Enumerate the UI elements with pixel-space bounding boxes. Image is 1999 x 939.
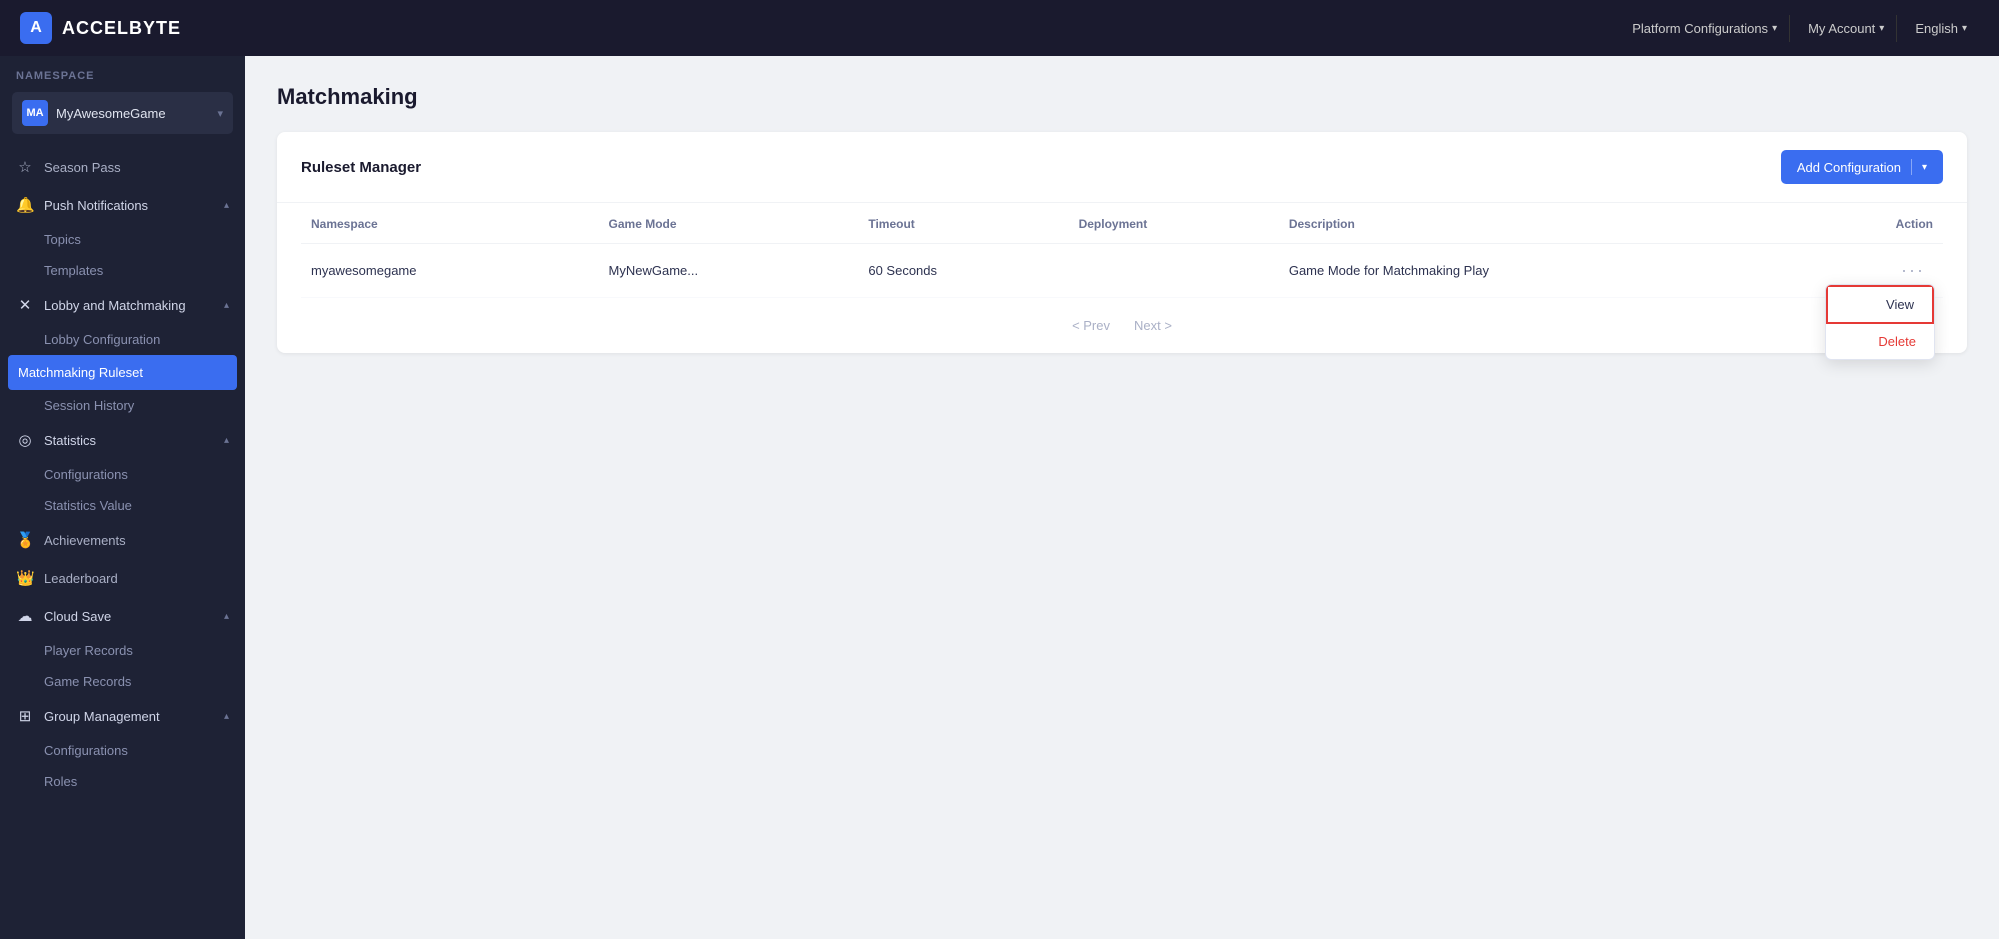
season-pass-icon: ☆ <box>16 158 34 176</box>
statistics-icon: ◎ <box>16 431 34 449</box>
chevron-up-icon: ▴ <box>224 300 229 311</box>
action-view-button[interactable]: View <box>1826 285 1934 324</box>
col-action: Action <box>1801 203 1943 244</box>
topnav: A ACCELBYTE Platform Configurations ▾ My… <box>0 0 1999 56</box>
chevron-up-icon: ▴ <box>224 611 229 622</box>
lobby-icon: ✕ <box>16 296 34 314</box>
my-account-button[interactable]: My Account ▾ <box>1796 15 1897 42</box>
topnav-right: Platform Configurations ▾ My Account ▾ E… <box>1620 15 1979 42</box>
sidebar-item-session-history[interactable]: Session History <box>0 390 245 421</box>
cell-description: Game Mode for Matchmaking Play <box>1279 244 1801 298</box>
sidebar-item-matchmaking-ruleset[interactable]: Matchmaking Ruleset <box>8 355 237 390</box>
chevron-down-icon: ▾ <box>217 107 223 120</box>
chevron-down-icon: ▾ <box>1879 23 1884 34</box>
sidebar: NAMESPACE MA MyAwesomeGame ▾ ☆ Season Pa… <box>0 56 245 939</box>
sidebar-item-templates[interactable]: Templates <box>0 255 245 286</box>
namespace-avatar: MA <box>22 100 48 126</box>
namespace-dropdown[interactable]: MA MyAwesomeGame ▾ <box>12 92 233 134</box>
logo-text: ACCELBYTE <box>62 18 181 39</box>
col-timeout: Timeout <box>858 203 1068 244</box>
sidebar-item-game-records[interactable]: Game Records <box>0 666 245 697</box>
sidebar-item-lobby-configuration[interactable]: Lobby Configuration <box>0 324 245 355</box>
group-management-icon: ⊞ <box>16 707 34 725</box>
chevron-up-icon: ▴ <box>224 711 229 722</box>
add-configuration-button[interactable]: Add Configuration ▾ <box>1781 150 1943 184</box>
table-wrap: Namespace Game Mode Timeout Deployment D… <box>277 203 1967 298</box>
sidebar-item-topics[interactable]: Topics <box>0 224 245 255</box>
sidebar-item-label: Achievements <box>44 533 126 548</box>
chevron-down-icon: ▾ <box>1922 162 1927 173</box>
sidebar-item-group-management[interactable]: ⊞ Group Management ▴ <box>0 697 245 735</box>
page-title: Matchmaking <box>277 84 1967 110</box>
sidebar-item-label: Matchmaking Ruleset <box>18 365 143 380</box>
sidebar-item-roles[interactable]: Roles <box>0 766 245 797</box>
logo-icon: A <box>20 12 52 44</box>
cloud-icon: ☁ <box>16 607 34 625</box>
namespace-name: MyAwesomeGame <box>56 106 209 121</box>
sidebar-item-leaderboard[interactable]: 👑 Leaderboard <box>0 559 245 597</box>
col-description: Description <box>1279 203 1801 244</box>
sidebar-item-configurations[interactable]: Configurations <box>0 459 245 490</box>
pagination: < Prev Next > <box>277 298 1967 353</box>
sidebar-item-gm-configurations[interactable]: Configurations <box>0 735 245 766</box>
action-menu-button[interactable]: ··· <box>1893 258 1933 283</box>
language-button[interactable]: English ▾ <box>1903 15 1979 42</box>
leaderboard-icon: 👑 <box>16 569 34 587</box>
action-dropdown: View Delete <box>1825 284 1935 360</box>
sidebar-item-lobby-matchmaking[interactable]: ✕ Lobby and Matchmaking ▴ <box>0 286 245 324</box>
cell-action: ··· View Delete <box>1801 244 1943 298</box>
chevron-up-icon: ▴ <box>224 435 229 446</box>
achievements-icon: 🏅 <box>16 531 34 549</box>
sidebar-item-achievements[interactable]: 🏅 Achievements <box>0 521 245 559</box>
cell-game-mode: MyNewGame... <box>599 244 859 298</box>
sidebar-item-label: Lobby and Matchmaking <box>44 298 186 313</box>
col-namespace: Namespace <box>301 203 599 244</box>
chevron-down-icon: ▾ <box>1962 23 1967 34</box>
table-header-row: Namespace Game Mode Timeout Deployment D… <box>301 203 1943 244</box>
sidebar-item-push-notifications[interactable]: 🔔 Push Notifications ▴ <box>0 186 245 224</box>
bell-icon: 🔔 <box>16 196 34 214</box>
next-button[interactable]: Next > <box>1126 314 1180 337</box>
ruleset-table: Namespace Game Mode Timeout Deployment D… <box>301 203 1943 298</box>
cell-namespace: myawesomegame <box>301 244 599 298</box>
sidebar-item-season-pass[interactable]: ☆ Season Pass <box>0 148 245 186</box>
card-title: Ruleset Manager <box>301 159 421 176</box>
namespace-label: NAMESPACE <box>0 56 245 92</box>
sidebar-item-label: Season Pass <box>44 160 121 175</box>
sidebar-item-label: Group Management <box>44 709 160 724</box>
chevron-up-icon: ▴ <box>224 200 229 211</box>
platform-configurations-button[interactable]: Platform Configurations ▾ <box>1620 15 1790 42</box>
action-delete-button[interactable]: Delete <box>1826 324 1934 359</box>
cell-deployment <box>1069 244 1279 298</box>
table-row: myawesomegame MyNewGame... 60 Seconds Ga… <box>301 244 1943 298</box>
sidebar-item-statistics[interactable]: ◎ Statistics ▴ <box>0 421 245 459</box>
button-divider <box>1911 159 1912 175</box>
sidebar-item-label: Cloud Save <box>44 609 111 624</box>
main-content: Matchmaking Ruleset Manager Add Configur… <box>245 56 1999 939</box>
sidebar-item-player-records[interactable]: Player Records <box>0 635 245 666</box>
col-game-mode: Game Mode <box>599 203 859 244</box>
ruleset-manager-card: Ruleset Manager Add Configuration ▾ Name… <box>277 132 1967 353</box>
layout: NAMESPACE MA MyAwesomeGame ▾ ☆ Season Pa… <box>0 56 1999 939</box>
sidebar-item-cloud-save[interactable]: ☁ Cloud Save ▴ <box>0 597 245 635</box>
sidebar-item-label: Leaderboard <box>44 571 118 586</box>
sidebar-item-label: Statistics <box>44 433 96 448</box>
col-deployment: Deployment <box>1069 203 1279 244</box>
chevron-down-icon: ▾ <box>1772 23 1777 34</box>
sidebar-item-statistics-value[interactable]: Statistics Value <box>0 490 245 521</box>
card-header: Ruleset Manager Add Configuration ▾ <box>277 132 1967 203</box>
prev-button[interactable]: < Prev <box>1064 314 1118 337</box>
cell-timeout: 60 Seconds <box>858 244 1068 298</box>
topnav-left: A ACCELBYTE <box>20 12 181 44</box>
sidebar-item-label: Push Notifications <box>44 198 148 213</box>
